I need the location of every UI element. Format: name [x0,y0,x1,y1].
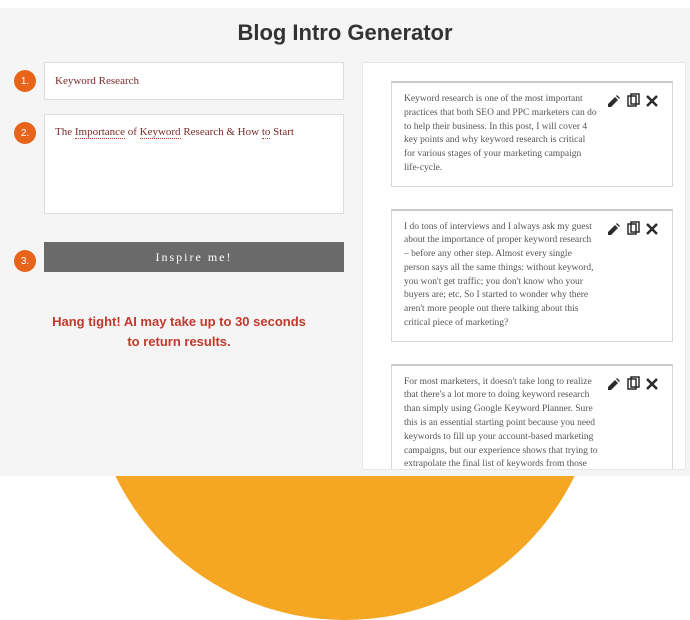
result-card: For most marketers, it doesn't take long… [391,364,673,470]
results-column: Keyword research is one of the most impo… [362,62,686,470]
page-title: Blog Intro Generator [0,8,690,62]
wait-message: Hang tight! AI may take up to 30 seconds… [14,312,344,351]
keyword-row: 1. [14,62,344,100]
result-text: Keyword research is one of the most impo… [404,93,598,176]
keyword-input[interactable] [44,62,344,100]
step-badge-2: 2. [14,122,36,144]
edit-icon[interactable] [606,376,622,392]
app-panel: Blog Intro Generator 1. 2. The Importanc… [0,8,690,476]
copy-icon[interactable] [625,93,641,109]
edit-icon[interactable] [606,221,622,237]
wait-line-2: to return results. [127,334,230,349]
edit-icon[interactable] [606,93,622,109]
close-icon[interactable] [644,93,660,109]
result-actions [606,221,660,331]
inspire-button[interactable]: Inspire me! [44,242,344,272]
step-badge-1: 1. [14,70,36,92]
copy-icon[interactable] [625,376,641,392]
copy-icon[interactable] [625,221,641,237]
step-badge-3: 3. [14,250,36,272]
result-text: I do tons of interviews and I always ask… [404,221,598,331]
result-card: Keyword research is one of the most impo… [391,81,673,187]
result-card: I do tons of interviews and I always ask… [391,209,673,342]
form-column: 1. 2. The Importance of Keyword Research… [14,62,344,470]
close-icon[interactable] [644,376,660,392]
wait-line-1: Hang tight! AI may take up to 30 seconds [52,314,306,329]
result-text: For most marketers, it doesn't take long… [404,376,598,470]
topic-row: 2. The Importance of Keyword Research & … [14,114,344,214]
submit-row: 3. Inspire me! [14,242,344,272]
result-actions [606,376,660,470]
topic-textarea[interactable]: The Importance of Keyword Research & How… [44,114,344,214]
close-icon[interactable] [644,221,660,237]
result-actions [606,93,660,176]
